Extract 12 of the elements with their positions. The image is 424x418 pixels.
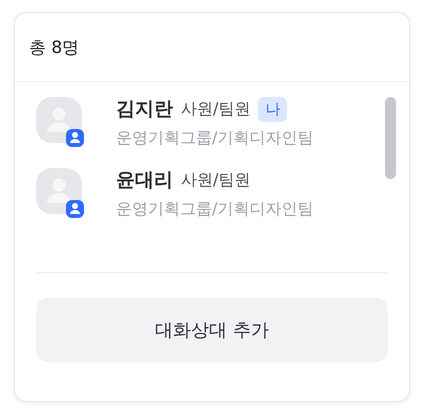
member-position: 사원/팀원 (181, 98, 250, 120)
me-tag: 나 (258, 96, 288, 122)
avatar-icon (36, 168, 84, 220)
member-count: 총 8명 (29, 36, 80, 58)
member-department: 운영기획그룹/기획디자인팀 (116, 199, 314, 220)
add-contact-button[interactable]: 대화상대 추가 (36, 298, 388, 362)
scrollbar-thumb[interactable] (385, 97, 396, 179)
member-name: 김지란 (116, 97, 173, 122)
avatar-icon (36, 96, 84, 148)
member-department: 운영기획그룹/기획디자인팀 (116, 128, 314, 149)
member-position: 사원/팀원 (181, 170, 250, 190)
member-name: 윤대리 (116, 168, 173, 193)
